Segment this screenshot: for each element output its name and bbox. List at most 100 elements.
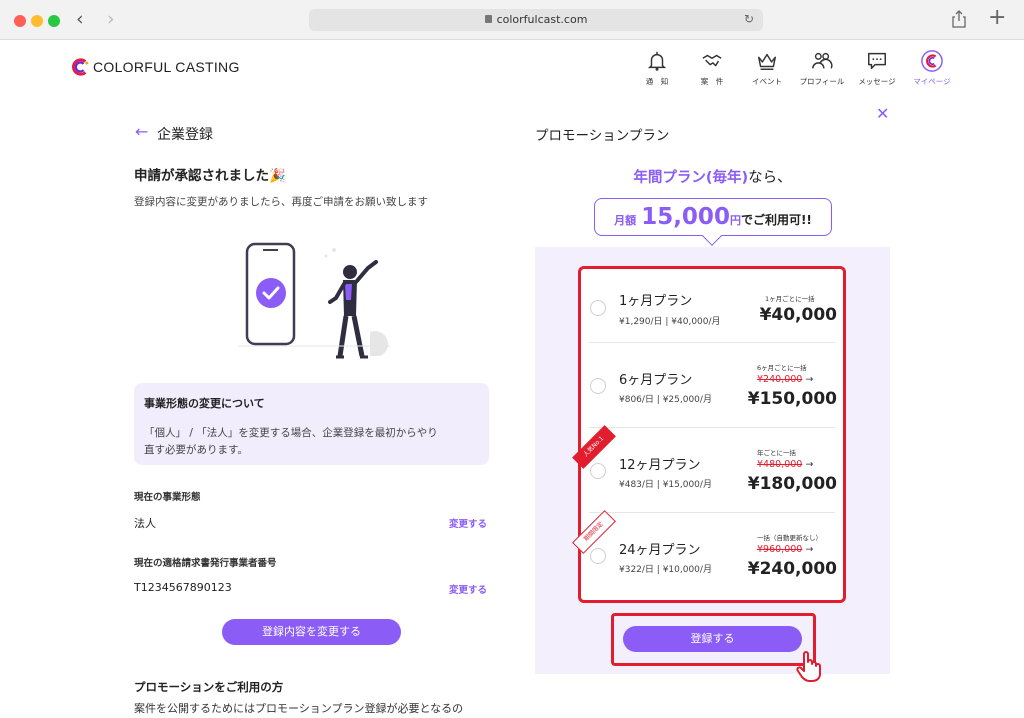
nav-profile[interactable]: プロフィール xyxy=(792,50,852,87)
plan-option-6-month[interactable]: 6ヶ月プラン ¥806/日 | ¥25,000/月 6ヶ月ごとに一括 ¥240,… xyxy=(581,342,843,427)
nav-jobs-label: 案 件 xyxy=(700,77,724,86)
business-type-notice: 事業形態の変更について 「個人」 / 「法人」を変更する場合、企業登録を最初から… xyxy=(134,383,489,465)
plan-old-price: ¥960,000 → xyxy=(757,544,813,555)
promotion-subtext: 案件を公開するためにはプロモーションプラン登録が必要となるの xyxy=(134,702,464,715)
close-icon[interactable]: ✕ xyxy=(876,106,889,122)
chat-icon xyxy=(868,52,886,70)
popular-ribbon: 人気No.1 xyxy=(572,425,616,469)
plan-billing-note: 一括（自動更新なし） xyxy=(757,534,822,542)
pointer-hand-icon xyxy=(796,651,821,682)
plan-old-price-value: ¥960,000 xyxy=(757,544,803,555)
business-type-value: 法人 xyxy=(134,517,156,530)
nav-mypage[interactable]: マイページ xyxy=(902,50,962,87)
window-close-button[interactable] xyxy=(14,15,26,27)
nav-notifications[interactable]: 通 知 xyxy=(627,50,687,87)
price-arrow-icon: → xyxy=(805,544,814,555)
monthly-price-bubble: 月額 15,000円でご利用可!! xyxy=(594,198,832,246)
invoice-number-label: 現在の適格請求書発行事業者番号 xyxy=(134,558,277,569)
new-tab-icon[interactable]: + xyxy=(988,6,1006,30)
monthly-suffix: でご利用可!! xyxy=(740,213,812,227)
monthly-unit: 円 xyxy=(729,214,741,227)
notice-title: 事業形態の変更について xyxy=(144,397,265,410)
plan-price: ¥180,000 xyxy=(747,474,837,494)
notice-body: 「個人」 / 「法人」を変更する場合、企業登録を最初からやり 直す必要があります… xyxy=(144,425,479,459)
price-arrow-icon: → xyxy=(805,459,814,470)
plan-old-price-value: ¥480,000 xyxy=(757,459,803,470)
monthly-prefix: 月額 xyxy=(614,214,637,227)
nav-messages[interactable]: メッセージ xyxy=(847,50,907,87)
nav-notifications-label: 通 知 xyxy=(645,77,669,86)
plan-radio[interactable] xyxy=(590,548,606,564)
plan-billing-note: 1ヶ月ごとに一括 xyxy=(765,295,815,303)
page-title: 企業登録 xyxy=(157,127,213,143)
plan-billing-note: 年ごとに一括 xyxy=(757,449,796,457)
plan-name: 12ヶ月プラン xyxy=(619,458,701,473)
plan-radio[interactable] xyxy=(590,463,606,479)
plan-old-price-value: ¥240,000 xyxy=(757,374,803,385)
nav-mypage-label: マイページ xyxy=(913,77,951,86)
approved-subtext: 登録内容に変更がありましたら、再度ご申請をお願い致します xyxy=(134,196,428,208)
yearly-plan-headline: 年間プラン(毎年)なら、 xyxy=(535,166,890,187)
browser-forward-icon[interactable]: › xyxy=(107,9,115,29)
plan-divider xyxy=(589,427,835,428)
back-arrow-icon[interactable]: ← xyxy=(135,124,148,140)
plan-rate: ¥1,290/日 | ¥40,000/月 xyxy=(619,317,721,327)
window-zoom-button[interactable] xyxy=(48,15,60,27)
plan-name: 24ヶ月プラン xyxy=(619,543,701,558)
approval-illustration xyxy=(238,242,390,359)
lock-icon xyxy=(484,15,492,23)
nav-profile-label: プロフィール xyxy=(799,77,845,86)
invoice-number-value: T1234567890123 xyxy=(134,581,232,594)
browser-back-icon[interactable]: ‹ xyxy=(76,9,84,29)
nav-events[interactable]: イベント xyxy=(737,50,797,87)
business-type-label: 現在の事業形態 xyxy=(134,492,201,503)
top-navigation: 通 知 案 件 イベント プロフィール メッセージ マイページ xyxy=(0,50,1024,90)
yearly-plan-rest: なら、 xyxy=(748,170,792,186)
limited-time-ribbon: 期間限定 xyxy=(572,510,616,554)
plan-name: 1ヶ月プラン xyxy=(619,294,693,309)
browser-toolbar: ‹ › colorfulcast.com ↻ + xyxy=(0,0,1024,40)
share-icon[interactable] xyxy=(951,10,967,28)
approved-heading: 申請が承認されました🎉 xyxy=(134,168,286,184)
plan-price: ¥40,000 xyxy=(759,305,837,325)
reload-icon[interactable]: ↻ xyxy=(744,12,754,26)
address-bar[interactable]: colorfulcast.com ↻ xyxy=(309,9,763,31)
crown-icon xyxy=(758,53,776,70)
nav-events-label: イベント xyxy=(752,77,782,86)
plan-price: ¥150,000 xyxy=(747,389,837,409)
plan-name: 6ヶ月プラン xyxy=(619,373,693,388)
promotion-heading: プロモーションをご利用の方 xyxy=(134,680,284,694)
plan-divider xyxy=(589,512,835,513)
plan-panel-title: プロモーションプラン xyxy=(535,128,670,144)
plans-card: 1ヶ月プラン ¥1,290/日 | ¥40,000/月 1ヶ月ごとに一括 ¥40… xyxy=(572,266,846,603)
people-icon xyxy=(812,52,833,69)
notice-body-line-1: 「個人」 / 「法人」を変更する場合、企業登録を最初からやり xyxy=(144,427,438,439)
change-invoice-number-link[interactable]: 変更する xyxy=(449,582,487,596)
notice-body-line-2: 直す必要があります。 xyxy=(144,444,248,456)
plan-billing-note: 6ヶ月ごとに一括 xyxy=(757,364,807,372)
plan-option-12-month[interactable]: 12ヶ月プラン ¥483/日 | ¥15,000/月 年ごとに一括 ¥480,0… xyxy=(572,425,843,512)
nav-jobs[interactable]: 案 件 xyxy=(682,50,742,87)
plan-rate: ¥806/日 | ¥25,000/月 xyxy=(619,395,712,405)
plan-rate: ¥322/日 | ¥10,000/月 xyxy=(619,565,712,575)
price-arrow-icon: → xyxy=(805,374,814,385)
plan-option-24-month[interactable]: 24ヶ月プラン ¥322/日 | ¥10,000/月 一括（自動更新なし） ¥9… xyxy=(572,510,843,597)
nav-messages-label: メッセージ xyxy=(858,77,896,86)
window-minimize-button[interactable] xyxy=(31,15,43,27)
mypage-logo-icon xyxy=(921,50,943,72)
url-text: colorfulcast.com xyxy=(496,13,588,26)
monthly-amount: 15,000 xyxy=(641,204,730,230)
change-registration-button[interactable]: 登録内容を変更する xyxy=(222,619,401,645)
plan-divider xyxy=(589,342,835,343)
plan-radio[interactable] xyxy=(590,378,606,394)
yearly-plan-highlight: 年間プラン(毎年) xyxy=(633,170,749,186)
plan-price: ¥240,000 xyxy=(747,559,837,579)
register-button[interactable]: 登録する xyxy=(623,626,802,652)
change-business-type-link[interactable]: 変更する xyxy=(449,516,487,530)
plan-old-price: ¥240,000 → xyxy=(757,374,813,385)
plan-rate: ¥483/日 | ¥15,000/月 xyxy=(619,480,712,490)
plan-old-price: ¥480,000 → xyxy=(757,459,813,470)
plan-radio[interactable] xyxy=(590,300,606,316)
handshake-icon xyxy=(702,54,722,67)
bell-icon xyxy=(647,51,667,71)
